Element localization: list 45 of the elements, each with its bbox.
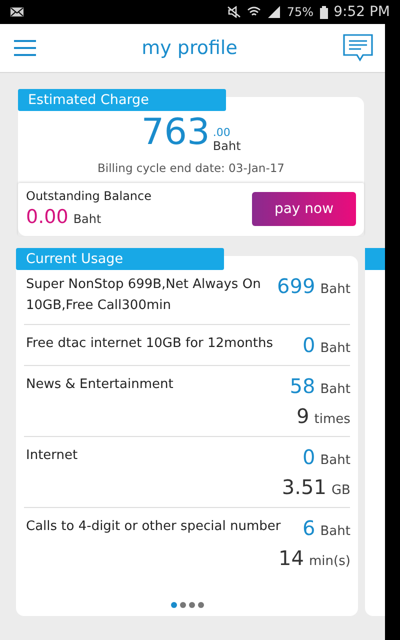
battery-icon [320, 6, 328, 18]
currency-unit: Baht [73, 212, 102, 226]
wifi-icon [246, 6, 261, 18]
amount: 0 [302, 445, 316, 469]
usage-item-name: News & Entertainment [26, 376, 174, 394]
usage-item-name: Free dtac internet 10GB for 12months [26, 335, 274, 353]
charge-decimals: .00 [212, 126, 232, 139]
unit: Baht [320, 524, 350, 539]
amount: 14 [278, 546, 304, 570]
unit: GB [331, 483, 350, 498]
unit: Baht [320, 382, 350, 397]
charge-amount: 763 [141, 113, 210, 153]
battery-percentage: 75% [286, 5, 314, 19]
billing-cycle-text: Billing cycle end date: 03-Jan-17 [96, 161, 286, 175]
mute-icon [226, 6, 241, 18]
amount: 3.51 [282, 475, 326, 499]
clock: 9:52 PM [334, 4, 390, 20]
card-title: Estimated Charge [18, 89, 226, 111]
card-title: Current Usage [16, 248, 224, 270]
page-indicator-dot[interactable] [198, 602, 204, 608]
balance-amount: 0.00 [26, 206, 68, 228]
usage-item-name: Super NonStop 699B,Net Always On 10GB,Free Call300min [26, 276, 262, 315]
page-title: my profile [142, 37, 238, 59]
unit: times [314, 412, 350, 427]
pay-now-button[interactable]: pay now [252, 192, 356, 226]
amount: 58 [290, 374, 316, 398]
amount: 6 [302, 516, 316, 540]
currency-unit: Baht [212, 139, 241, 153]
page-indicator-dot[interactable] [170, 602, 177, 608]
usage-item-name: Internet [26, 447, 78, 465]
signal-icon [266, 6, 281, 18]
mail-icon [10, 7, 24, 17]
page-indicator-dot[interactable] [180, 602, 186, 608]
unit: Baht [320, 453, 350, 468]
unit: Baht [320, 341, 350, 356]
menu-icon[interactable] [14, 40, 36, 56]
amount: 699 [277, 274, 316, 298]
message-icon[interactable] [343, 34, 373, 62]
outstanding-label: Outstanding Balance [26, 189, 152, 203]
usage-item-name: Calls to 4-digit or other special number [26, 518, 281, 536]
unit: min(s) [309, 554, 350, 569]
amount: 0 [302, 333, 316, 357]
unit: Baht [320, 282, 350, 297]
page-indicator-dot[interactable] [188, 602, 195, 608]
amount: 9 [296, 404, 310, 428]
